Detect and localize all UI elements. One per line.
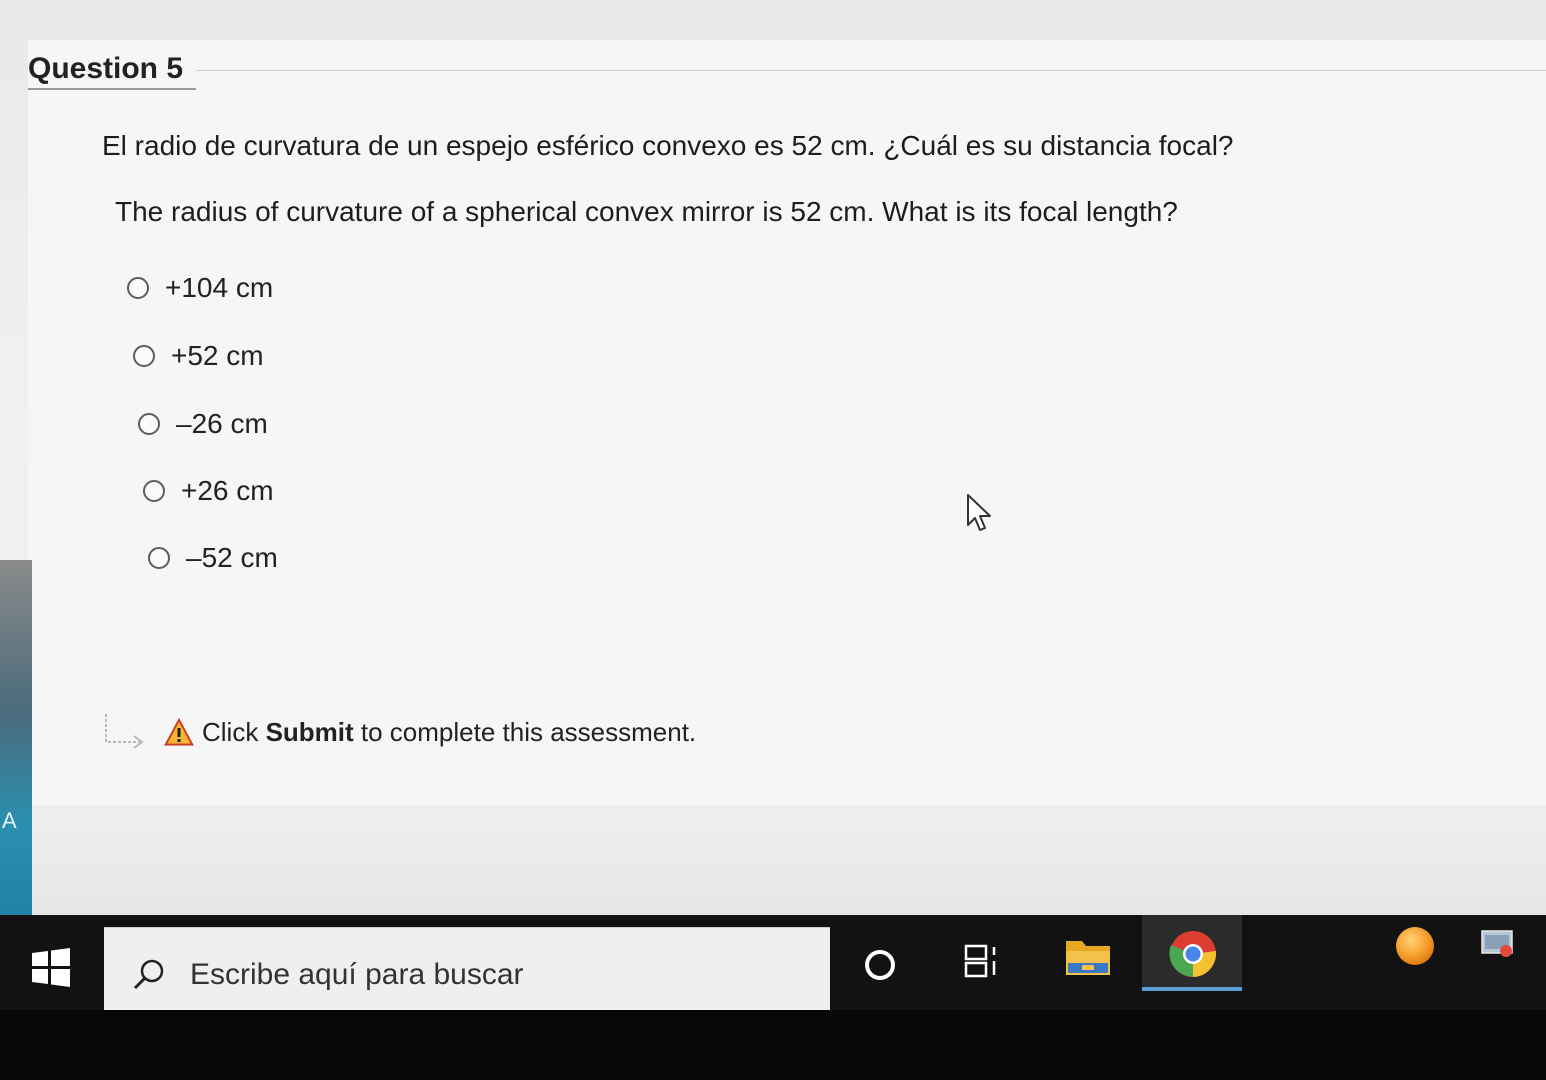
submit-message-prefix: Click: [202, 716, 266, 747]
task-view-icon[interactable]: [962, 943, 1000, 979]
windows-start-icon[interactable]: [28, 945, 74, 991]
radio-button[interactable]: [143, 480, 165, 502]
warning-icon: [164, 718, 194, 746]
radio-button[interactable]: [148, 547, 170, 569]
file-explorer-icon[interactable]: [1064, 937, 1112, 977]
submit-keyword: Submit: [265, 716, 354, 747]
answer-option-label: –52 cm: [186, 542, 278, 573]
search-placeholder: Escribe aquí para buscar: [190, 958, 524, 991]
answer-option[interactable]: –52 cm: [148, 540, 278, 576]
answer-option-label: +26 cm: [181, 475, 274, 506]
orange-app-icon[interactable]: [1394, 925, 1436, 967]
radio-button[interactable]: [127, 277, 149, 299]
answer-option[interactable]: +26 cm: [143, 473, 274, 509]
desktop-edge: [0, 560, 32, 940]
photos-app-icon[interactable]: [1480, 927, 1516, 959]
answer-option-label: +52 cm: [171, 340, 264, 371]
screen: A Question 5 El radio de curvatura de un…: [0, 0, 1546, 1080]
cortana-icon[interactable]: [862, 947, 898, 983]
desktop-edge-text: A: [2, 808, 17, 833]
answer-option[interactable]: +52 cm: [133, 338, 264, 374]
search-icon: [133, 959, 164, 990]
answer-option-label: +104 cm: [165, 272, 274, 303]
submit-message-suffix: to complete this assessment.: [353, 716, 697, 747]
question-title: Question 5: [28, 52, 184, 85]
corner-arrow-icon: [105, 714, 144, 749]
taskbar: Escribe aquí para buscar: [0, 915, 1546, 1017]
taskbar-search-box[interactable]: Escribe aquí para buscar: [104, 927, 830, 1017]
monitor-bezel: [0, 1010, 1546, 1080]
answer-option[interactable]: –26 cm: [138, 406, 268, 442]
header-divider: [196, 70, 1546, 71]
radio-button[interactable]: [138, 413, 160, 435]
answer-option[interactable]: +104 cm: [127, 270, 273, 306]
question-text-spanish: El radio de curvatura de un espejo esfér…: [102, 130, 1234, 161]
submit-notice: Click Submit to complete this assessment…: [100, 712, 696, 752]
question-text-english: The radius of curvature of a spherical c…: [115, 196, 1178, 227]
radio-button[interactable]: [133, 345, 155, 367]
chrome-icon[interactable]: [1168, 929, 1218, 979]
content-footer-area: [32, 805, 1546, 915]
submit-message: Click Submit to complete this assessment…: [202, 717, 696, 748]
active-app-indicator: [1142, 987, 1242, 991]
mouse-cursor-icon: [967, 494, 991, 531]
title-underline: [28, 88, 196, 90]
answer-option-label: –26 cm: [176, 408, 268, 439]
